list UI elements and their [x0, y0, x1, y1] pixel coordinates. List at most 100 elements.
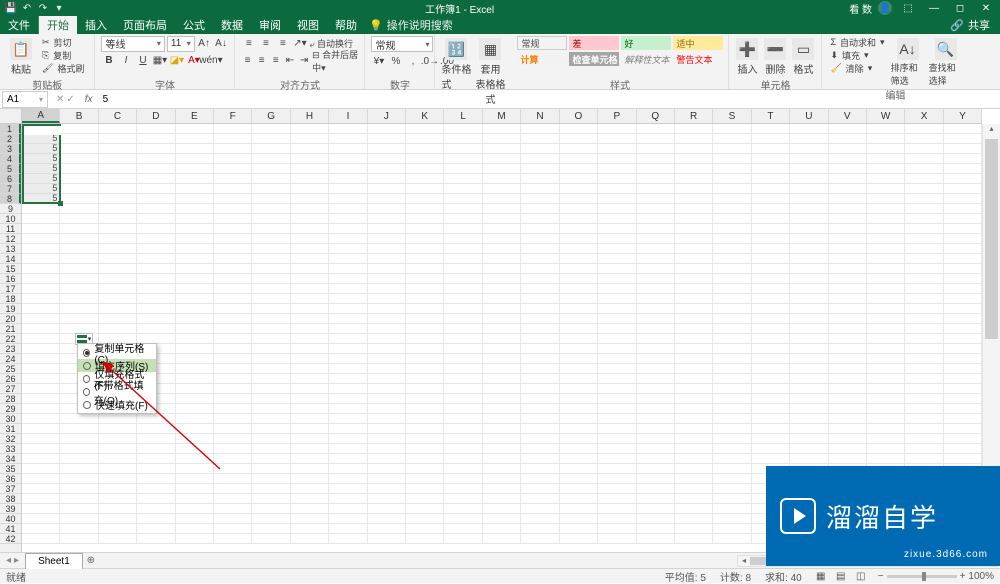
cell[interactable] [214, 174, 252, 184]
cell[interactable] [252, 404, 290, 414]
cell[interactable] [905, 414, 943, 424]
cell[interactable] [214, 364, 252, 374]
cell[interactable] [22, 444, 60, 454]
cell[interactable] [944, 314, 982, 324]
cell[interactable] [944, 254, 982, 264]
cell[interactable] [790, 394, 828, 404]
col-header[interactable]: Y [944, 109, 982, 123]
cell[interactable] [560, 354, 598, 364]
cell[interactable] [444, 414, 482, 424]
cell[interactable] [406, 284, 444, 294]
cell[interactable] [560, 494, 598, 504]
cell[interactable] [176, 154, 214, 164]
cell[interactable] [176, 254, 214, 264]
delete-cells-button[interactable]: ➖删除 [763, 36, 787, 76]
cell[interactable] [176, 444, 214, 454]
cell[interactable] [713, 504, 751, 514]
cell[interactable] [752, 314, 790, 324]
cell[interactable] [905, 204, 943, 214]
cell[interactable] [944, 424, 982, 434]
cell[interactable] [598, 274, 636, 284]
cell[interactable] [944, 174, 982, 184]
cell[interactable] [483, 424, 521, 434]
cell[interactable] [867, 234, 905, 244]
cell[interactable] [829, 414, 867, 424]
cell[interactable] [905, 344, 943, 354]
cell[interactable] [752, 384, 790, 394]
row-header[interactable]: 42 [0, 534, 21, 544]
cell[interactable] [137, 124, 175, 134]
accounting-icon[interactable]: ¥▾ [371, 54, 386, 69]
cell[interactable] [252, 484, 290, 494]
cell[interactable] [521, 174, 559, 184]
cell[interactable] [329, 154, 367, 164]
cell[interactable] [637, 254, 675, 264]
cell[interactable] [60, 154, 98, 164]
cell[interactable] [752, 284, 790, 294]
cell[interactable] [368, 314, 406, 324]
italic-button[interactable]: I [118, 53, 133, 68]
align-left-icon[interactable]: ≡ [241, 53, 253, 68]
cell[interactable] [483, 234, 521, 244]
cell[interactable] [252, 144, 290, 154]
cell[interactable] [176, 464, 214, 474]
cell[interactable] [675, 254, 713, 264]
cell[interactable] [137, 194, 175, 204]
cell[interactable] [790, 164, 828, 174]
row-header[interactable]: 35 [0, 464, 21, 474]
cell[interactable] [752, 424, 790, 434]
cell[interactable] [176, 514, 214, 524]
cell[interactable] [60, 274, 98, 284]
cell[interactable] [483, 374, 521, 384]
cell[interactable] [521, 194, 559, 204]
cell[interactable] [291, 494, 329, 504]
row-header[interactable]: 25 [0, 364, 21, 374]
cell[interactable] [483, 324, 521, 334]
cell[interactable] [137, 214, 175, 224]
cell[interactable] [944, 274, 982, 284]
row-header[interactable]: 3 [0, 144, 21, 154]
cell[interactable] [60, 244, 98, 254]
cell[interactable] [444, 364, 482, 374]
cell[interactable] [752, 164, 790, 174]
cell[interactable] [713, 264, 751, 274]
cell[interactable] [176, 164, 214, 174]
cell[interactable] [867, 184, 905, 194]
cell[interactable] [137, 184, 175, 194]
cell[interactable] [252, 274, 290, 284]
cell[interactable] [713, 244, 751, 254]
cell[interactable] [790, 374, 828, 384]
cell[interactable] [22, 384, 60, 394]
cell[interactable] [790, 124, 828, 134]
cell[interactable] [214, 334, 252, 344]
row-header[interactable]: 17 [0, 284, 21, 294]
cell[interactable] [829, 134, 867, 144]
cell[interactable] [944, 184, 982, 194]
cell[interactable] [406, 154, 444, 164]
cell[interactable] [598, 514, 636, 524]
cell[interactable] [368, 354, 406, 364]
cell[interactable] [598, 464, 636, 474]
cell[interactable] [483, 344, 521, 354]
row-header[interactable]: 33 [0, 444, 21, 454]
cell[interactable] [905, 404, 943, 414]
cell[interactable] [905, 194, 943, 204]
insert-cells-button[interactable]: ➕插入 [735, 36, 759, 76]
cell[interactable] [637, 394, 675, 404]
cell[interactable] [444, 184, 482, 194]
cell[interactable] [944, 124, 982, 134]
cell[interactable] [368, 494, 406, 504]
cell[interactable] [137, 444, 175, 454]
cell[interactable] [829, 444, 867, 454]
cell[interactable] [444, 144, 482, 154]
cell[interactable] [368, 414, 406, 424]
cell[interactable] [368, 254, 406, 264]
cell[interactable] [176, 334, 214, 344]
cell[interactable] [483, 474, 521, 484]
cell[interactable] [598, 154, 636, 164]
cell[interactable] [483, 164, 521, 174]
cell[interactable] [329, 434, 367, 444]
cell[interactable] [214, 444, 252, 454]
cell[interactable] [713, 234, 751, 244]
cell[interactable] [60, 534, 98, 544]
